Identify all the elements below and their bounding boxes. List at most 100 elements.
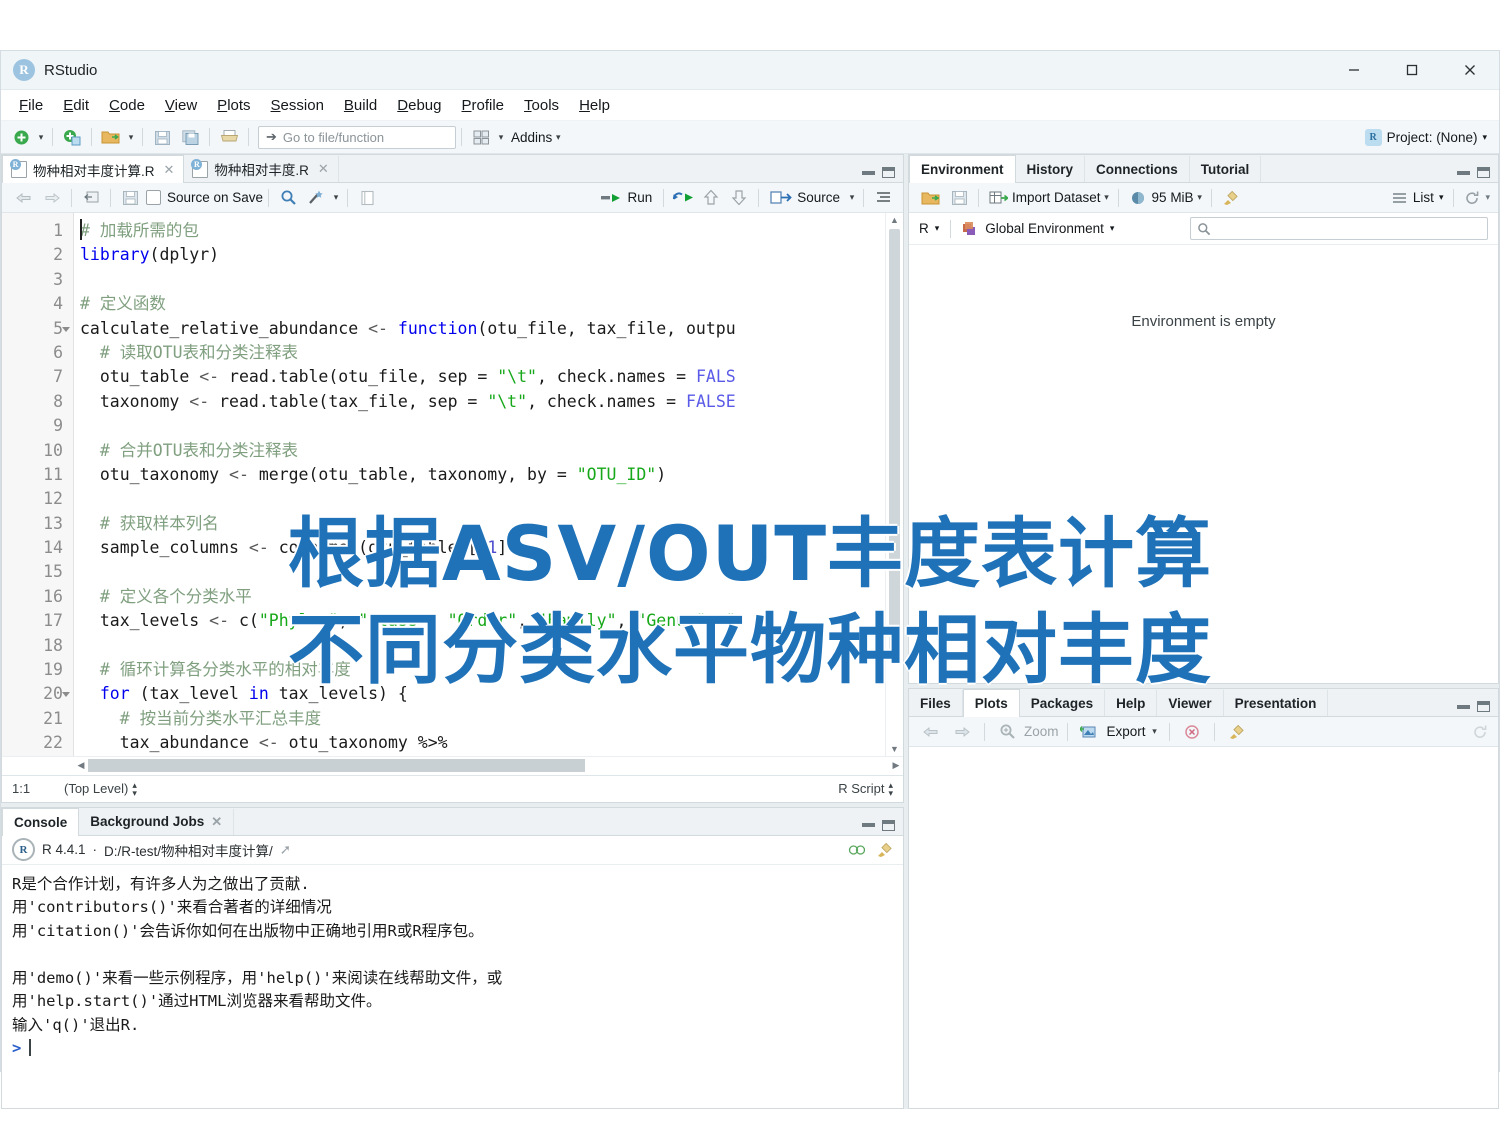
export-icon[interactable] [1077,720,1103,744]
menu-help[interactable]: Help [569,94,620,117]
code-fold-icon[interactable] [62,692,70,700]
close-icon[interactable] [1441,51,1499,89]
minimize-pane-icon[interactable] [862,823,875,828]
zoom-icon[interactable] [994,720,1020,744]
print-icon[interactable] [216,125,242,149]
code-line[interactable]: # 循环计算各分类水平的相对丰度 [80,658,903,682]
save-icon[interactable] [149,125,175,149]
open-directory-icon[interactable]: ➚ [280,842,291,858]
close-tab-icon[interactable]: ✕ [164,162,175,178]
scope-selector[interactable]: (Top Level) ▴ ▾ [64,780,137,797]
open-folder-icon[interactable] [98,125,124,149]
code-line[interactable]: # 定义函数 [80,292,903,316]
code-line[interactable]: tax_abundance <- otu_taxonomy %>% [80,731,903,755]
memory-dropdown-icon[interactable]: ▾ [1194,186,1206,210]
load-workspace-icon[interactable] [918,186,944,210]
source-tab-1[interactable]: 物种相对丰度计算.R ✕ [2,155,185,183]
session-status-icon[interactable] [848,842,866,858]
code-line[interactable] [80,634,903,658]
tab-plots[interactable]: Plots [962,689,1020,717]
source-dropdown-icon[interactable]: ▾ [846,186,858,210]
code-line[interactable]: # 按当前分类水平汇总丰度 [80,707,903,731]
hscroll-thumb[interactable] [88,759,585,773]
environment-search-input[interactable] [1190,217,1488,240]
back-arrow-icon[interactable] [918,720,944,744]
tab-tutorial[interactable]: Tutorial [1190,156,1262,182]
scroll-right-icon[interactable]: ▶ [889,760,903,771]
tab-connections[interactable]: Connections [1085,156,1190,182]
code-line[interactable]: tax_levels <- c("Phylum", "Class", "Orde… [80,609,903,633]
search-icon[interactable] [275,186,301,210]
menu-view[interactable]: View [155,94,207,117]
forward-arrow-icon[interactable] [949,720,975,744]
code-line[interactable]: sample_columns <- colnames(otu_table)[-1… [80,536,903,560]
run-previous-icon[interactable] [698,186,724,210]
hscroll-track[interactable] [88,759,889,773]
import-dataset-icon[interactable] [985,186,1011,210]
document-outline-icon[interactable] [870,186,896,210]
code-tools-dropdown-icon[interactable]: ▾ [330,186,342,210]
console-prompt-line[interactable]: > [12,1037,893,1061]
save-all-icon[interactable] [177,125,203,149]
code-line[interactable] [80,268,903,292]
new-file-icon[interactable] [8,125,34,149]
project-dropdown-icon[interactable]: ▾ [1482,132,1487,143]
code-line[interactable]: calculate_relative_abundance <- function… [80,317,903,341]
menu-build[interactable]: Build [334,94,387,117]
view-mode-dropdown-icon[interactable]: ▾ [1439,192,1444,203]
code-line[interactable]: # 加载所需的包 [80,219,903,243]
code-line[interactable]: # 获取样本列名 [80,512,903,536]
code-line[interactable]: # 合并OTU表和分类注释表 [80,439,903,463]
code-line[interactable]: for (tax_level in tax_levels) { [80,682,903,706]
tab-background-jobs[interactable]: Background Jobs ✕ [79,808,235,835]
menu-code[interactable]: Code [99,94,155,117]
scroll-down-icon[interactable]: ▼ [890,742,899,756]
scroll-left-icon[interactable]: ◀ [74,760,88,771]
code-line[interactable] [80,487,903,511]
source-tab-2[interactable]: 物种相对丰度.R ✕ [184,156,339,182]
clear-plots-icon[interactable] [1224,720,1250,744]
source-on-save-toggle[interactable]: Source on Save [146,190,263,205]
open-dropdown-icon[interactable]: ▾ [125,125,137,149]
tab-environment[interactable]: Environment [909,155,1016,183]
import-dropdown-icon[interactable]: ▾ [1101,186,1113,210]
menu-plots[interactable]: Plots [207,94,260,117]
list-view-icon[interactable] [1392,191,1408,205]
clear-objects-icon[interactable] [1218,186,1244,210]
refresh-icon[interactable] [1464,190,1480,206]
tab-presentation[interactable]: Presentation [1224,690,1329,716]
code-line[interactable]: taxonomy <- read.table(tax_file, sep = "… [80,390,903,414]
zoom-label[interactable]: Zoom [1024,724,1059,739]
panes-dropdown-icon[interactable]: ▾ [495,125,507,149]
scrollbar-thumb[interactable] [889,229,900,659]
code-line[interactable]: otu_table <- read.table(otu_file, sep = … [80,365,903,389]
code-line[interactable]: # 读取OTU表和分类注释表 [80,341,903,365]
close-tab-icon[interactable]: ✕ [318,161,329,177]
plots-display-area[interactable] [909,747,1498,1108]
run-next-icon[interactable] [726,186,752,210]
project-selector[interactable]: R Project: (None) ▾ [1364,121,1487,153]
file-type-selector[interactable]: R Script ▴ ▾ [838,780,893,797]
addins-button[interactable]: Addins [511,130,552,145]
refresh-icon[interactable] [1472,724,1488,740]
goto-file-function-input[interactable]: ➔ Go to file/function [258,125,456,149]
menu-tools[interactable]: Tools [514,94,569,117]
maximize-icon[interactable] [1383,51,1441,89]
code-line[interactable]: library(dplyr) [80,243,903,267]
code-fold-icon[interactable] [62,326,70,335]
code-content[interactable]: # 加载所需的包 library(dplyr) # 定义函数 calculate_r… [74,213,903,756]
import-dataset-label[interactable]: Import Dataset [1012,190,1101,205]
menu-profile[interactable]: Profile [452,94,515,117]
tab-console[interactable]: Console [2,807,80,836]
code-line[interactable] [80,414,903,438]
tab-viewer[interactable]: Viewer [1157,690,1224,716]
compile-report-icon[interactable] [354,186,380,210]
code-tools-icon[interactable] [303,186,329,210]
new-file-dropdown-icon[interactable]: ▾ [35,125,47,149]
show-in-new-window-icon[interactable] [78,186,104,210]
menu-edit[interactable]: Edit [53,94,99,117]
source-button[interactable]: Source [764,190,846,205]
maximize-pane-icon[interactable] [882,167,895,178]
refresh-dropdown-icon[interactable]: ▾ [1485,192,1490,203]
scroll-up-icon[interactable]: ▲ [890,213,899,227]
